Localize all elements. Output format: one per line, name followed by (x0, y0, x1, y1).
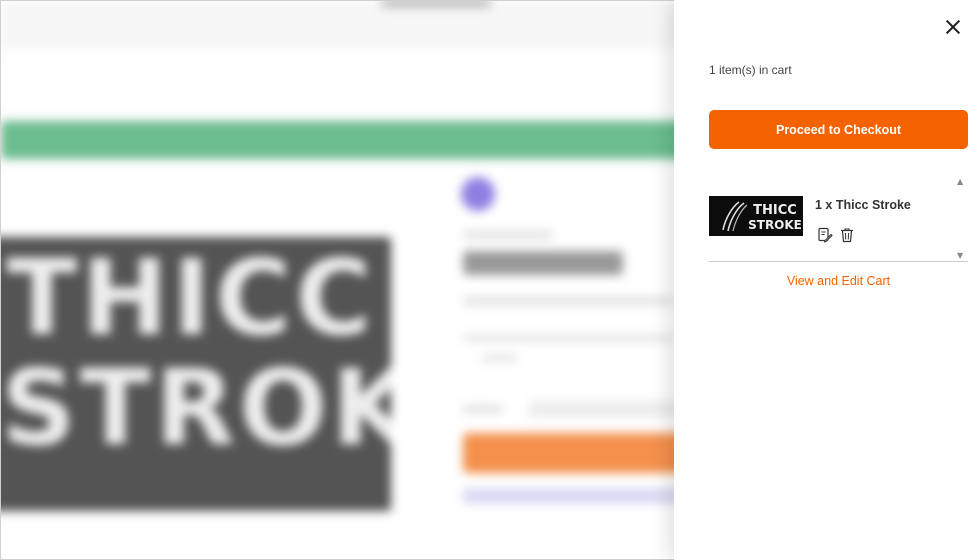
scroll-up-arrow-icon[interactable]: ▲ (957, 178, 965, 186)
trash-icon[interactable] (839, 227, 855, 243)
view-and-edit-cart-link[interactable]: View and Edit Cart (709, 274, 968, 288)
close-icon[interactable] (944, 18, 962, 36)
proceed-to-checkout-button[interactable]: Proceed to Checkout (709, 110, 968, 149)
cart-item-list: THICC STROKE 1 x Thicc Stroke (709, 178, 968, 262)
cart-drawer: 1 item(s) in cart Proceed to Checkout TH… (674, 0, 980, 560)
scroll-down-arrow-icon[interactable]: ▼ (957, 252, 965, 260)
cart-item-name[interactable]: 1 x Thicc Stroke (815, 198, 911, 212)
svg-text:THICC: THICC (753, 203, 797, 218)
cart-item-count: 1 item(s) in cart (709, 63, 792, 77)
svg-text:STROKE: STROKE (748, 218, 802, 232)
product-thumbnail[interactable]: THICC STROKE (709, 196, 803, 236)
edit-icon[interactable] (817, 227, 833, 243)
